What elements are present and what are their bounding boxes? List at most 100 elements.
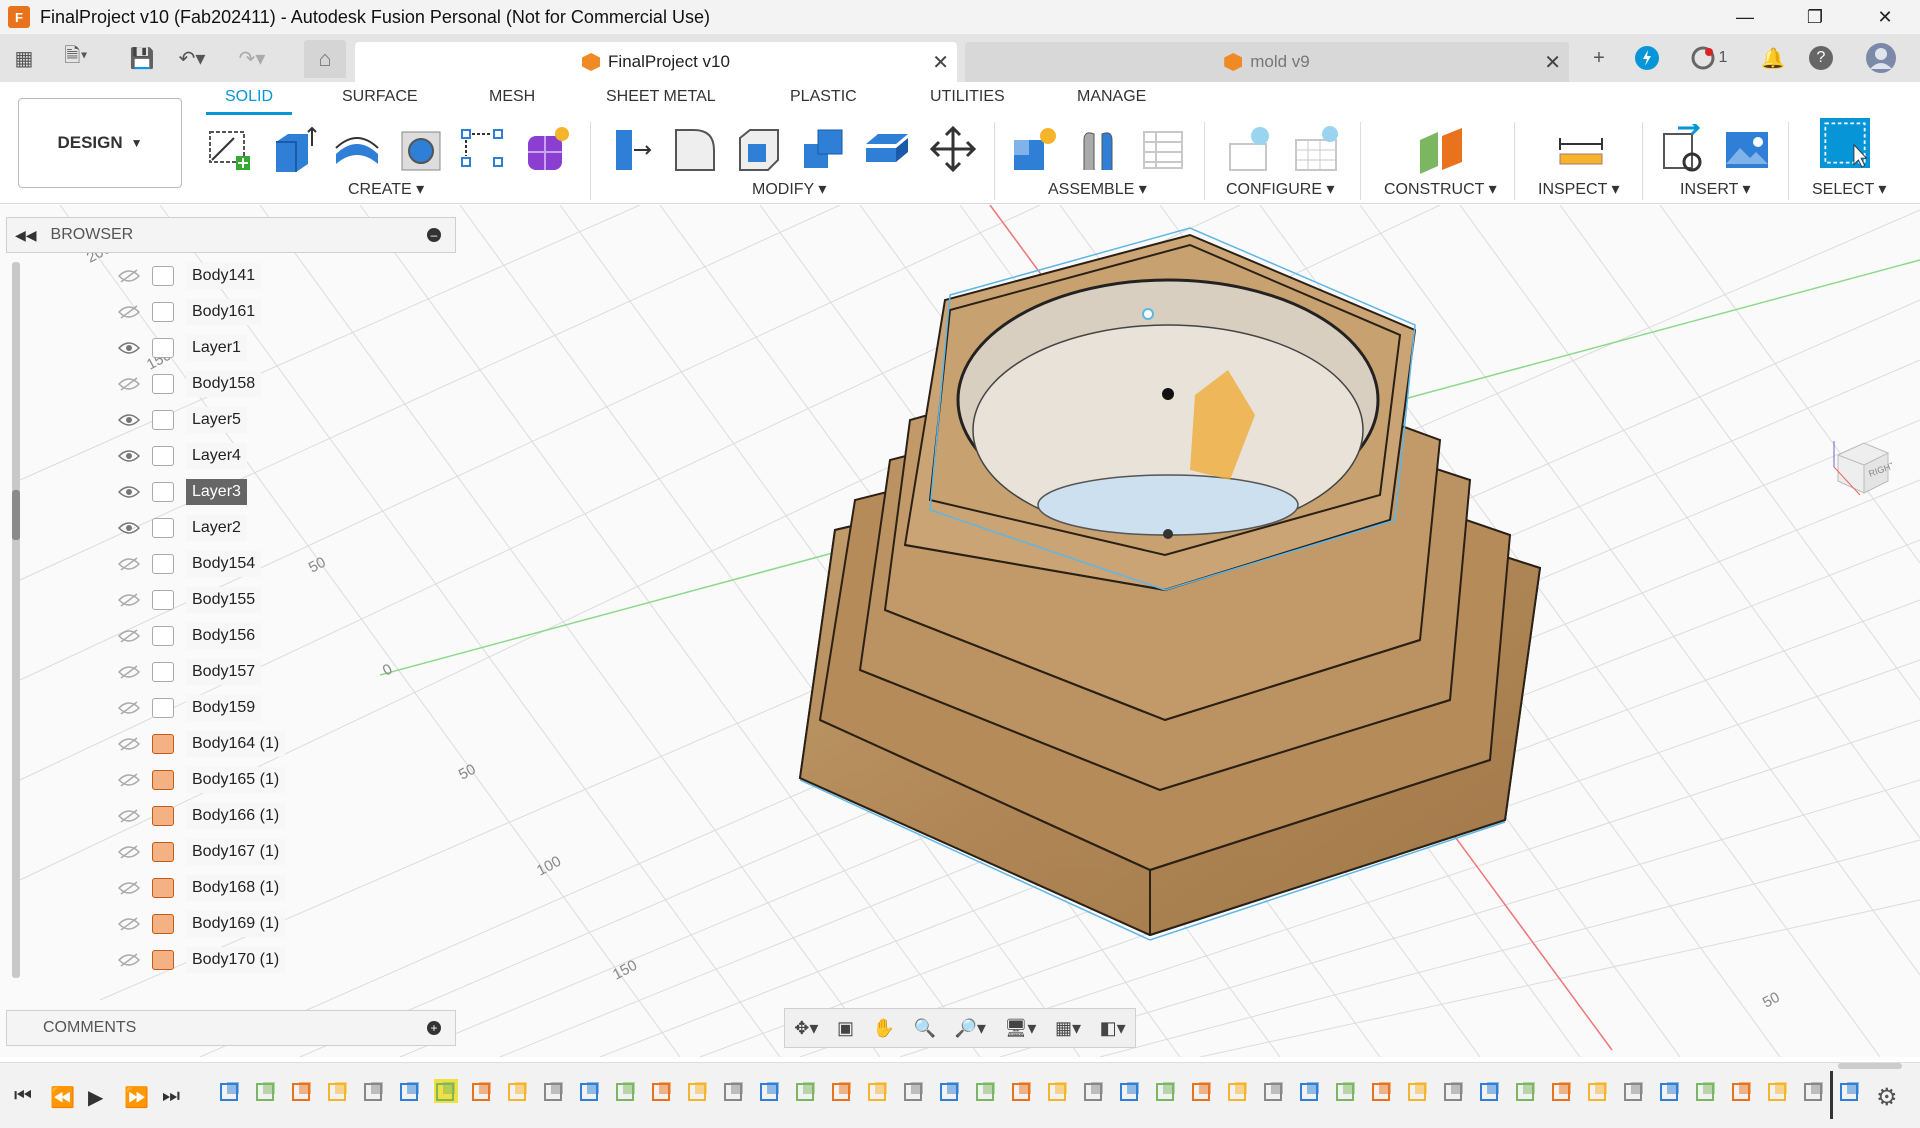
- browser-item[interactable]: Body166 (1): [114, 798, 314, 834]
- extensions-button[interactable]: [1632, 42, 1662, 74]
- timeline-feature-icon[interactable]: [1118, 1079, 1142, 1103]
- insert-derive-tool[interactable]: [1658, 120, 1708, 174]
- eye-hidden-icon[interactable]: [114, 302, 144, 322]
- browser-item-label[interactable]: Body165 (1): [186, 767, 286, 793]
- bill-of-materials-tool[interactable]: [1138, 124, 1188, 174]
- timeline-feature-icon[interactable]: [470, 1079, 494, 1103]
- eye-hidden-icon[interactable]: [114, 950, 144, 970]
- display-settings-icon[interactable]: 🖥▾: [1005, 1018, 1037, 1039]
- eye-icon[interactable]: [114, 518, 144, 538]
- timeline-feature-icon[interactable]: [1262, 1079, 1286, 1103]
- browser-item-label[interactable]: Body169 (1): [186, 911, 286, 937]
- eye-icon[interactable]: [114, 482, 144, 502]
- create-sketch-tool[interactable]: [204, 124, 254, 174]
- timeline-feature-icon[interactable]: [1622, 1079, 1646, 1103]
- browser-item-label[interactable]: Layer3: [186, 479, 247, 505]
- home-button[interactable]: ⌂: [304, 40, 346, 78]
- timeline-feature-icon[interactable]: [1190, 1079, 1214, 1103]
- timeline-feature-icon[interactable]: [1550, 1079, 1574, 1103]
- timeline-feature-icon[interactable]: [1766, 1079, 1790, 1103]
- eye-hidden-icon[interactable]: [114, 878, 144, 898]
- zoom-window-icon[interactable]: 🔎▾: [955, 1018, 986, 1039]
- minimize-panel-icon[interactable]: –: [427, 228, 441, 242]
- eye-hidden-icon[interactable]: [114, 662, 144, 682]
- eye-hidden-icon[interactable]: [114, 698, 144, 718]
- timeline-feature-icon[interactable]: [1658, 1079, 1682, 1103]
- insert-group-label[interactable]: INSERT ▾: [1680, 179, 1751, 199]
- eye-hidden-icon[interactable]: [114, 914, 144, 934]
- data-panel-grid-icon[interactable]: ▦: [10, 44, 38, 72]
- tab-plastic[interactable]: PLASTIC: [790, 88, 857, 106]
- pattern-tool[interactable]: [458, 124, 508, 174]
- timeline-feature-icon[interactable]: [1226, 1079, 1250, 1103]
- timeline-feature-icon[interactable]: [542, 1079, 566, 1103]
- browser-item-label[interactable]: Body159: [186, 695, 262, 721]
- go-to-start-icon[interactable]: ⏮: [14, 1085, 32, 1108]
- eye-hidden-icon[interactable]: [114, 806, 144, 826]
- tab-manage[interactable]: MANAGE: [1077, 88, 1146, 106]
- browser-item-label[interactable]: Body155: [186, 587, 262, 613]
- tab-utilities[interactable]: UTILITIES: [930, 88, 1005, 106]
- browser-item[interactable]: Body155: [114, 582, 314, 618]
- timeline-feature-icon[interactable]: [326, 1079, 350, 1103]
- timeline-feature-icon[interactable]: [902, 1079, 926, 1103]
- browser-item[interactable]: Body154: [114, 546, 314, 582]
- timeline-marker[interactable]: [1830, 1071, 1833, 1119]
- browser-item-label[interactable]: Body154: [186, 551, 262, 577]
- inspect-group-label[interactable]: INSPECT ▾: [1538, 179, 1620, 199]
- timeline-feature-icon[interactable]: [686, 1079, 710, 1103]
- browser-item[interactable]: Body161: [114, 294, 314, 330]
- browser-item-label[interactable]: Body156: [186, 623, 262, 649]
- browser-item-label[interactable]: Body157: [186, 659, 262, 685]
- eye-hidden-icon[interactable]: [114, 626, 144, 646]
- timeline-feature-icon[interactable]: [614, 1079, 638, 1103]
- extrude-tool[interactable]: [268, 124, 318, 174]
- create-group-label[interactable]: CREATE ▾: [348, 179, 424, 199]
- offset-face-tool[interactable]: [862, 124, 912, 174]
- browser-item-label[interactable]: Layer5: [186, 407, 247, 433]
- timeline-feature-icon[interactable]: [974, 1079, 998, 1103]
- viewports-icon[interactable]: ◧▾: [1100, 1018, 1126, 1039]
- orbit-icon[interactable]: ✥▾: [794, 1018, 818, 1039]
- timeline-feature-icon[interactable]: [218, 1079, 242, 1103]
- add-comment-icon[interactable]: +: [427, 1021, 441, 1035]
- combine-tool[interactable]: [798, 124, 848, 174]
- eye-hidden-icon[interactable]: [114, 770, 144, 790]
- shell-tool[interactable]: [734, 124, 784, 174]
- browser-item-label[interactable]: Body168 (1): [186, 875, 286, 901]
- timeline-feature-icon[interactable]: [1802, 1079, 1826, 1103]
- browser-item-label[interactable]: Layer4: [186, 443, 247, 469]
- browser-item[interactable]: Body159: [114, 690, 314, 726]
- close-tab-icon[interactable]: ✕: [1544, 50, 1561, 75]
- new-tab-button[interactable]: +: [1584, 42, 1614, 74]
- browser-item-label[interactable]: Body141: [186, 263, 262, 289]
- browser-item[interactable]: Body167 (1): [114, 834, 314, 870]
- browser-item-label[interactable]: Body167 (1): [186, 839, 286, 865]
- go-to-end-icon[interactable]: ⏭: [162, 1085, 180, 1108]
- tab-mesh[interactable]: MESH: [489, 88, 535, 106]
- tab-mold[interactable]: mold v9 ✕: [965, 42, 1569, 82]
- save-icon[interactable]: 💾: [128, 44, 156, 72]
- pan-hand-icon[interactable]: ✋: [873, 1018, 895, 1039]
- timeline-feature-icon[interactable]: [1154, 1079, 1178, 1103]
- browser-item[interactable]: Body164 (1): [114, 726, 314, 762]
- user-avatar[interactable]: [1864, 42, 1898, 74]
- tab-finalproject[interactable]: FinalProject v10 ✕: [355, 42, 957, 82]
- timeline-feature-icon[interactable]: [722, 1079, 746, 1103]
- timeline-feature-icon[interactable]: [830, 1079, 854, 1103]
- browser-item-label[interactable]: Layer2: [186, 515, 247, 541]
- timeline-feature-icon[interactable]: [1010, 1079, 1034, 1103]
- construct-group-label[interactable]: CONSTRUCT ▾: [1384, 179, 1497, 199]
- collapse-panel-icon[interactable]: ◀◀: [15, 227, 37, 244]
- browser-item[interactable]: Layer5: [114, 402, 314, 438]
- timeline-feature-icon[interactable]: [1370, 1079, 1394, 1103]
- timeline-feature-icon[interactable]: [1838, 1079, 1862, 1103]
- browser-item[interactable]: Layer1: [114, 330, 314, 366]
- modify-group-label[interactable]: MODIFY ▾: [752, 179, 826, 199]
- browser-item[interactable]: Body169 (1): [114, 906, 314, 942]
- eye-icon[interactable]: [114, 410, 144, 430]
- browser-item-label[interactable]: Layer1: [186, 335, 247, 361]
- timeline-feature-icon[interactable]: [1514, 1079, 1538, 1103]
- step-forward-icon[interactable]: ⏩: [124, 1085, 149, 1110]
- browser-item[interactable]: Layer2: [114, 510, 314, 546]
